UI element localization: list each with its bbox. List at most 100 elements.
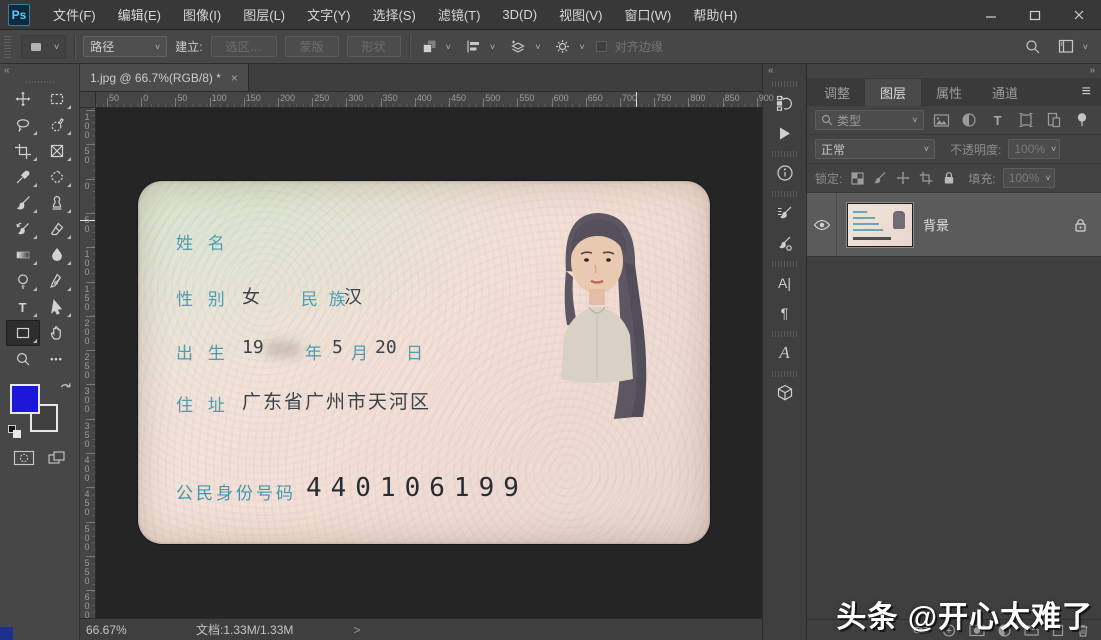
tab-layers[interactable]: 图层 [865,79,921,106]
menu-image[interactable]: 图像(I) [172,0,232,29]
menu-help[interactable]: 帮助(H) [682,0,748,29]
tool-mode-select[interactable]: 路径 ˅ [83,36,167,57]
lock-transparent-pixels-icon[interactable] [849,172,865,185]
make-mask-button[interactable]: 蒙版 [285,36,339,57]
quick-mask-button[interactable] [13,450,35,466]
tab-close-icon[interactable]: × [231,71,238,85]
hand-tool[interactable] [40,320,74,346]
brush-tool[interactable] [6,190,40,216]
make-shape-button[interactable]: 形状 [347,36,401,57]
pen-tool[interactable] [40,268,74,294]
swap-colors-icon[interactable] [59,382,72,395]
close-button[interactable] [1057,0,1101,30]
gradient-tool[interactable] [6,242,40,268]
info-panel-icon[interactable] [768,158,802,188]
slice-tool[interactable] [40,138,74,164]
more-tools-button[interactable]: ••• [40,346,74,372]
layer-name[interactable]: 背景 [923,215,1074,234]
tab-channels[interactable]: 通道 [977,79,1033,106]
history-brush-tool[interactable] [6,216,40,242]
horizontal-ruler[interactable]: 5005010015020025030035040045050055060065… [96,92,762,108]
opacity-field[interactable]: 100% ˅ [1008,139,1060,159]
path-selection-tool[interactable] [40,294,74,320]
character-styles-panel-icon[interactable]: A [768,338,802,368]
path-arrangement-button[interactable]: ˅ [506,36,543,57]
fill-field[interactable]: 100% ˅ [1003,168,1055,188]
menu-layer[interactable]: 图层(L) [232,0,296,29]
lock-image-pixels-icon[interactable] [872,171,888,185]
collapse-tools-button[interactable]: « [0,64,79,78]
filter-smart-objects-icon[interactable] [1043,112,1064,128]
move-tool[interactable] [6,86,40,112]
paragraph-panel-icon[interactable]: ¶ [768,298,802,328]
healing-brush-tool[interactable] [40,164,74,190]
menu-window[interactable]: 窗口(W) [613,0,682,29]
collapse-panels-button[interactable]: » [807,64,1101,78]
menu-edit[interactable]: 编辑(E) [107,0,172,29]
make-selection-button[interactable]: 选区… [211,36,277,57]
maximize-button[interactable] [1013,0,1057,30]
quick-selection-tool[interactable] [40,112,74,138]
tab-adjustments[interactable]: 调整 [809,79,865,106]
path-operations-button[interactable]: ˅ [418,36,454,57]
filter-pixel-layers-icon[interactable] [931,113,952,128]
lock-artboard-icon[interactable] [918,171,934,185]
panel-menu-icon[interactable]: ≡ [1082,83,1091,101]
menu-type[interactable]: 文字(Y) [296,0,361,29]
lock-all-icon[interactable] [941,171,957,185]
rectangle-tool[interactable] [6,320,40,346]
menu-3d[interactable]: 3D(D) [491,2,548,27]
minimize-button[interactable] [969,0,1013,30]
layer-thumbnail[interactable] [847,203,913,247]
dock-grip[interactable] [772,151,798,157]
align-edges-checkbox[interactable] [596,41,607,52]
canvas[interactable]: 姓 名 性 别 女 民 族 汉 出 生 19 年 5 月 20 日 住 址 [96,108,762,618]
dock-grip[interactable] [772,331,798,337]
menu-select[interactable]: 选择(S) [361,0,426,29]
vertical-ruler[interactable]: 1005005010015020025030035040045050055060… [80,108,96,618]
options-bar-grip[interactable] [4,36,11,58]
ruler-origin[interactable] [80,92,96,108]
geometry-options-button[interactable]: ˅ [551,36,587,57]
3d-panel-icon[interactable] [768,378,802,408]
dock-grip[interactable] [772,261,798,267]
eyedropper-tool[interactable] [6,164,40,190]
filter-adjustment-layers-icon[interactable] [959,112,980,128]
clone-stamp-tool[interactable] [40,190,74,216]
filter-shape-layers-icon[interactable] [1015,112,1036,128]
marquee-tool[interactable] [40,86,74,112]
path-alignment-button[interactable]: ˅ [462,36,498,57]
document-tab[interactable]: 1.jpg @ 66.7%(RGB/8) * × [80,64,249,91]
dock-grip[interactable] [772,81,798,87]
screen-mode-button[interactable] [47,450,67,466]
eraser-tool[interactable] [40,216,74,242]
filter-toggle-icon[interactable] [1072,112,1093,128]
dock-grip[interactable] [772,371,798,377]
lock-position-icon[interactable] [895,171,911,185]
layer-row-background[interactable]: 背景 [807,193,1101,257]
type-tool[interactable]: T [6,294,40,320]
character-panel-icon[interactable]: A| [768,268,802,298]
current-tool-preset[interactable]: ˅ [21,35,66,59]
zoom-tool[interactable] [6,346,40,372]
workspace-switcher[interactable]: ˅ [1055,37,1091,56]
menu-view[interactable]: 视图(V) [548,0,613,29]
dock-grip[interactable] [772,191,798,197]
menu-filter[interactable]: 滤镜(T) [427,0,492,29]
actions-panel-icon[interactable] [768,118,802,148]
blur-tool[interactable] [40,242,74,268]
lasso-tool[interactable] [6,112,40,138]
tab-properties[interactable]: 属性 [921,79,977,106]
filter-type-layers-icon[interactable]: T [987,113,1008,128]
crop-tool[interactable] [6,138,40,164]
layer-visibility-toggle[interactable] [807,193,837,256]
tools-grip[interactable] [0,78,79,86]
zoom-level-field[interactable]: 66.67% [86,623,174,637]
blend-mode-select[interactable]: 正常 ˅ [815,139,935,159]
brush-panel-icon[interactable] [768,198,802,228]
foreground-color-swatch[interactable] [10,384,40,414]
search-icon[interactable] [1025,39,1041,55]
default-colors-icon[interactable] [8,425,21,438]
brush-presets-panel-icon[interactable] [768,228,802,258]
collapse-dock-button[interactable]: « [763,64,806,78]
